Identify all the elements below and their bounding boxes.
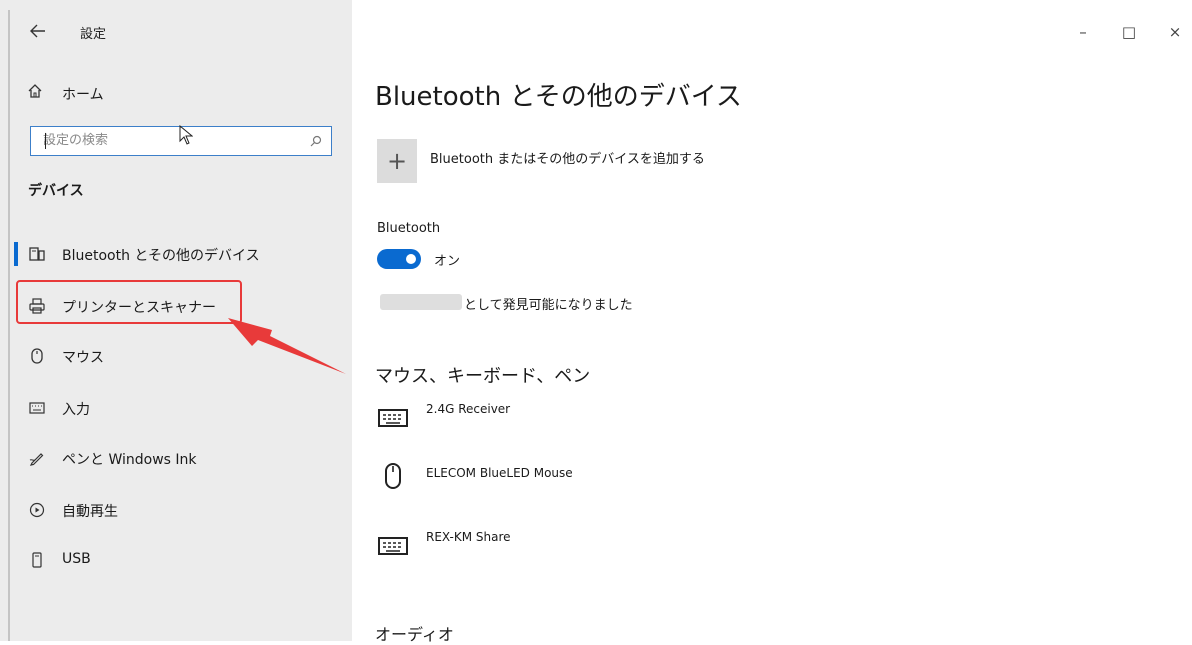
bluetooth-label: Bluetooth <box>377 221 441 236</box>
usb-icon <box>26 548 48 572</box>
sidebar-item-pen[interactable]: ペンと Windows Ink <box>14 438 346 478</box>
device-name[interactable]: 2.4G Receiver <box>426 402 510 416</box>
sidebar-item-label: USB <box>62 551 91 567</box>
add-device-button[interactable]: + <box>377 139 417 183</box>
bluetooth-state: オン <box>434 254 461 269</box>
add-device-label[interactable]: Bluetooth またはその他のデバイスを追加する <box>430 148 705 167</box>
device-name[interactable]: ELECOM BlueLED Mouse <box>426 466 573 480</box>
autoplay-icon <box>26 498 48 522</box>
close-button[interactable]: × <box>1160 20 1190 44</box>
page-title: Bluetooth とその他のデバイス <box>375 82 742 112</box>
sidebar-item-autoplay[interactable]: 自動再生 <box>14 490 346 530</box>
keyboard-icon <box>378 406 408 432</box>
plus-icon: + <box>386 147 408 175</box>
minimize-button[interactable]: – <box>1068 20 1098 44</box>
toggle-knob <box>406 254 416 264</box>
sidebar-item-usb[interactable]: USB <box>14 540 346 580</box>
red-arrow-annotation <box>228 318 346 374</box>
sidebar-item-label: 入力 <box>62 402 90 418</box>
mouse-icon <box>384 462 402 494</box>
maximize-button[interactable]: □ <box>1114 20 1144 44</box>
pen-icon <box>26 446 48 470</box>
sidebar-item-label: 自動再生 <box>62 504 118 520</box>
keyboard-icon <box>378 534 408 560</box>
mouse-keyboard-pen-heading: マウス、キーボード、ペン <box>375 366 591 387</box>
redacted-device-name <box>380 294 462 310</box>
sidebar-item-label: ペンと Windows Ink <box>62 452 197 468</box>
discoverable-text: として発見可能になりました <box>464 298 633 313</box>
bluetooth-toggle[interactable] <box>377 249 421 269</box>
device-name[interactable]: REX-KM Share <box>426 530 511 544</box>
audio-heading: オーディオ <box>375 625 454 644</box>
